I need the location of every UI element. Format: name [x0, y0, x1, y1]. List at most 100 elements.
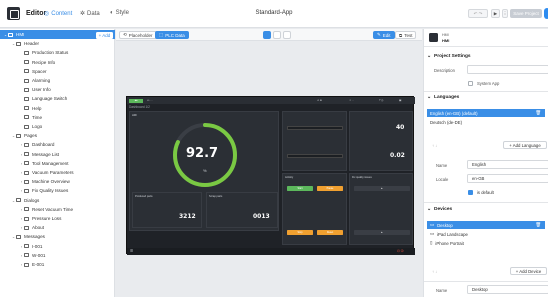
- save-project-button[interactable]: Save Project: [510, 9, 542, 18]
- user-avatar[interactable]: [544, 8, 548, 19]
- produced-parts-value: 3212: [179, 213, 196, 220]
- edit-mode-button[interactable]: ✎ Edit: [373, 31, 395, 39]
- element-icon: [24, 244, 29, 249]
- languages-section[interactable]: ⌄ Languages: [427, 95, 459, 100]
- tree-item[interactable]: ⌄ Dialogs: [0, 196, 115, 205]
- tree-item-label: Vacuum Parameters: [32, 170, 74, 175]
- tree-item-label: E-001: [32, 262, 45, 267]
- phone-device-icon[interactable]: [283, 31, 291, 39]
- tree-item[interactable]: › Fix Quality Issues: [0, 186, 115, 195]
- placeholder-icon: ⟲: [123, 32, 127, 37]
- element-icon: [24, 225, 29, 230]
- tree-item-label: Messages: [24, 234, 45, 240]
- element-icon: [24, 262, 29, 267]
- hmi-menu-icon[interactable]: ☰: [130, 249, 133, 253]
- tree-item[interactable]: User Info: [0, 85, 115, 94]
- tree-item[interactable]: Time: [0, 113, 115, 122]
- element-icon: [16, 41, 21, 46]
- tree-item[interactable]: › Dashboard: [0, 140, 115, 149]
- stats-panel: 40 0.02: [349, 111, 413, 171]
- tree-item[interactable]: Alarming: [0, 76, 115, 85]
- system-app-label: System App: [477, 81, 500, 86]
- tree-item[interactable]: › Vacuum Parameters: [0, 168, 115, 177]
- element-icon: [24, 142, 29, 147]
- devices-section[interactable]: ⌄ Devices: [427, 207, 452, 212]
- plc-data-button[interactable]: ⬚ PLC Data: [155, 31, 189, 39]
- sort-icon[interactable]: ↑ ↓: [432, 269, 437, 274]
- test-mode-button[interactable]: ⧉ Test: [395, 31, 417, 39]
- element-icon: [24, 152, 29, 157]
- element-icon: [24, 170, 29, 175]
- tree-item[interactable]: Spacer: [0, 67, 115, 76]
- element-icon: [24, 50, 29, 55]
- language-item[interactable]: Deutsch (de-DE): [427, 118, 545, 126]
- tree-item[interactable]: Help: [0, 104, 115, 113]
- delete-icon[interactable]: 🗑: [536, 222, 541, 228]
- start-button[interactable]: Start: [287, 186, 313, 191]
- add-language-button[interactable]: + Add Language: [503, 141, 547, 149]
- scrap-parts-tile: Scrap parts 0013: [206, 192, 278, 228]
- add-device-button[interactable]: + Add Device: [510, 267, 547, 275]
- tree-item[interactable]: › Reset Vacuum Time: [0, 205, 115, 214]
- language-name-label: Name: [436, 163, 448, 168]
- divider: [424, 281, 548, 282]
- device-item[interactable]: ▭ iPad Landscape: [427, 230, 545, 238]
- device-item[interactable]: ▭ Desktop 🗑: [427, 221, 545, 229]
- element-icon: [24, 216, 29, 221]
- tree-item[interactable]: › W-001: [0, 251, 115, 260]
- system-app-checkbox[interactable]: [468, 81, 473, 86]
- stop-button[interactable]: Stop: [287, 230, 313, 235]
- desktop-device-icon[interactable]: [263, 31, 271, 39]
- tree-item[interactable]: › Machine Overview: [0, 177, 115, 186]
- tree-item[interactable]: › E-001: [0, 260, 115, 269]
- project-settings-section[interactable]: ⌄ Project Settings: [427, 54, 471, 59]
- device-item-label: Desktop: [437, 222, 453, 228]
- hmi-preview[interactable]: ●● ▭ ··· ⚠ ⊕ ☺ ·· ? ◷ ▣ Dashboard 1/2 HM…: [126, 96, 415, 255]
- delete-icon[interactable]: 🗑: [536, 110, 541, 116]
- description-input[interactable]: [467, 65, 548, 74]
- hmi-header: ●● ▭ ··· ⚠ ⊕ ☺ ·· ? ◷ ▣: [127, 97, 415, 104]
- tree-item[interactable]: Recipe Info: [0, 58, 115, 67]
- tree-item[interactable]: ⌄ Messages: [0, 232, 115, 241]
- tree-item[interactable]: Production Status: [0, 48, 115, 57]
- fix-quality-label: Fix quality issues: [352, 176, 372, 179]
- device-item-label: iPhone Portrait: [435, 240, 464, 246]
- tree-item[interactable]: › Pressure Loss: [0, 214, 115, 223]
- language-item[interactable]: English (en-GB) (default) 🗑: [427, 109, 545, 117]
- add-element-button[interactable]: + Add: [96, 32, 113, 39]
- tree-item[interactable]: ⌄ Pages: [0, 131, 115, 140]
- play-button[interactable]: ▶: [491, 9, 500, 18]
- device-item[interactable]: ▯ iPhone Portrait: [427, 239, 545, 247]
- divider: [424, 202, 548, 203]
- tablet-device-icon[interactable]: [273, 31, 281, 39]
- tree-item-label: HMI: [16, 32, 25, 37]
- placeholder-button[interactable]: ⟲ Placeholder: [119, 31, 157, 39]
- tree-item-label: User Info: [32, 87, 51, 93]
- menu-icon[interactable]: ⋮: [502, 9, 508, 18]
- activity-label: Activity: [285, 176, 294, 179]
- tree-item[interactable]: › About: [0, 223, 115, 232]
- pressure-field[interactable]: [287, 154, 343, 158]
- locale-input[interactable]: en-GB: [467, 174, 548, 183]
- produced-parts-label: Produced parts: [135, 195, 153, 198]
- temperature-field[interactable]: [287, 126, 343, 130]
- tree-item[interactable]: Logo: [0, 122, 115, 131]
- language-name-input[interactable]: English: [467, 160, 548, 169]
- fix-action-button-1[interactable]: ▸: [354, 186, 410, 191]
- tree-item[interactable]: Language Switch: [0, 94, 115, 103]
- device-name-input[interactable]: Desktop: [467, 285, 548, 294]
- fix-action-button-2[interactable]: ▸: [354, 230, 410, 235]
- pause-button[interactable]: Pause: [317, 186, 343, 191]
- hmi-power-icon[interactable]: ⏻ ⏼: [397, 249, 404, 253]
- tree-item[interactable]: › I-001: [0, 242, 115, 251]
- tree-item[interactable]: ⌄ Header: [0, 39, 115, 48]
- tree-item-label: Tool Management: [32, 160, 69, 166]
- tree-item[interactable]: › Tool Management: [0, 159, 115, 168]
- is-default-checkbox[interactable]: [468, 190, 473, 195]
- tree-item[interactable]: › Message List: [0, 150, 115, 159]
- hmi-page-title: Dashboard 1/2: [129, 105, 150, 109]
- undo-redo-button[interactable]: ↶ ↷: [468, 9, 488, 18]
- reset-button[interactable]: Reset: [317, 230, 343, 235]
- sort-icon[interactable]: ↑ ↓: [432, 143, 437, 148]
- tree-item-label: Reset Vacuum Time: [32, 206, 74, 212]
